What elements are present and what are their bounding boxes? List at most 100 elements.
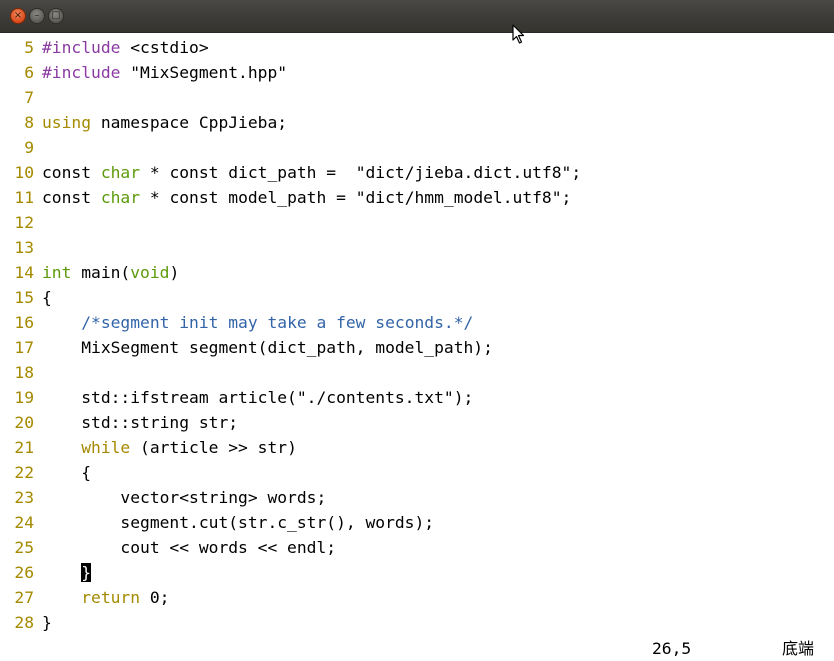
code-token: while	[81, 438, 131, 457]
code-token: namespace CppJieba;	[91, 113, 288, 132]
code-token: cout << words << endl;	[42, 538, 337, 557]
line-number: 12	[14, 213, 34, 232]
code-token: {	[42, 463, 92, 482]
code-text: using namespace CppJieba;	[42, 110, 287, 135]
code-token: char	[100, 163, 141, 182]
code-line[interactable]: 20 std::string str;	[0, 410, 834, 435]
code-token: }	[42, 613, 52, 632]
code-text: const char * const dict_path = "dict/jie…	[42, 160, 581, 185]
code-token: std::ifstream article("./contents.txt");	[42, 388, 474, 407]
code-line[interactable]: 6 #include "MixSegment.hpp"	[0, 60, 834, 85]
code-text: MixSegment segment(dict_path, model_path…	[42, 335, 493, 360]
code-text: while (article >> str)	[42, 435, 297, 460]
code-line[interactable]: 10 const char * const dict_path = "dict/j…	[0, 160, 834, 185]
code-token: * const model_path = "dict/hmm_model.utf…	[140, 188, 572, 207]
line-number: 5	[24, 38, 34, 57]
line-number: 18	[14, 363, 34, 382]
code-line[interactable]: 11 const char * const model_path = "dict/…	[0, 185, 834, 210]
code-line[interactable]: 7	[0, 85, 834, 110]
code-text: segment.cut(str.c_str(), words);	[42, 510, 434, 535]
scroll-indicator: 底端	[782, 639, 815, 658]
code-token: #include	[42, 38, 121, 57]
code-token: * const dict_path = "dict/jieba.dict.utf…	[140, 163, 582, 182]
code-token: MixSegment segment(dict_path, model_path…	[42, 338, 493, 357]
code-token: {	[42, 288, 52, 307]
code-editor[interactable]: 5 #include <cstdio> 6 #include "MixSegment.…	[0, 35, 834, 635]
code-token: char	[100, 188, 141, 207]
code-text: const char * const model_path = "dict/hm…	[42, 185, 571, 210]
line-number: 20	[14, 413, 34, 432]
cursor-position: 26,5	[652, 639, 692, 658]
code-text: /*segment init may take a few seconds.*/	[42, 310, 473, 335]
window-titlebar[interactable]: × – □	[0, 0, 834, 33]
code-token: std::string str;	[42, 413, 239, 432]
code-token: "MixSegment.hpp"	[120, 63, 288, 82]
close-icon: ×	[13, 10, 23, 21]
text-cursor: }	[81, 563, 92, 582]
code-text: int main(void)	[42, 260, 179, 285]
code-text: {	[42, 460, 91, 485]
code-line[interactable]: 23 vector<string> words;	[0, 485, 834, 510]
line-number: 24	[14, 513, 34, 532]
minimize-icon: –	[34, 10, 40, 21]
minimize-button[interactable]: –	[29, 8, 45, 24]
code-text: {	[42, 285, 52, 310]
line-number: 9	[24, 138, 34, 157]
code-line[interactable]: 21 while (article >> str)	[0, 435, 834, 460]
code-text: cout << words << endl;	[42, 535, 336, 560]
code-line[interactable]: 19 std::ifstream article("./contents.txt…	[0, 385, 834, 410]
line-number: 15	[14, 288, 34, 307]
line-number: 23	[14, 488, 34, 507]
code-token: using	[42, 113, 92, 132]
line-number: 8	[24, 113, 34, 132]
code-line[interactable]: 27 return 0;	[0, 585, 834, 610]
line-number: 27	[14, 588, 34, 607]
code-text: vector<string> words;	[42, 485, 326, 510]
code-text: std::ifstream article("./contents.txt");	[42, 385, 473, 410]
code-line[interactable]: 28}	[0, 610, 834, 635]
line-number: 17	[14, 338, 34, 357]
line-number: 11	[14, 188, 34, 207]
line-number: 16	[14, 313, 34, 332]
code-token: #include	[42, 63, 121, 82]
line-number: 25	[14, 538, 34, 557]
code-token: void	[130, 263, 170, 282]
code-text: return 0;	[42, 585, 169, 610]
code-line[interactable]: 16 /*segment init may take a few seconds…	[0, 310, 834, 335]
maximize-button[interactable]: □	[48, 8, 64, 24]
code-text: }	[42, 560, 92, 585]
code-token: 0;	[140, 588, 170, 607]
code-line[interactable]: 12	[0, 210, 834, 235]
line-number: 14	[14, 263, 34, 282]
line-number: 7	[24, 88, 34, 107]
code-line[interactable]: 5 #include <cstdio>	[0, 35, 834, 60]
code-line[interactable]: 9	[0, 135, 834, 160]
code-token: main(	[71, 263, 131, 282]
code-line[interactable]: 8 using namespace CppJieba;	[0, 110, 834, 135]
line-number: 22	[14, 463, 34, 482]
code-line[interactable]: 18	[0, 360, 834, 385]
code-line[interactable]: 17 MixSegment segment(dict_path, model_p…	[0, 335, 834, 360]
code-line[interactable]: 24 segment.cut(str.c_str(), words);	[0, 510, 834, 535]
code-line[interactable]: 25 cout << words << endl;	[0, 535, 834, 560]
code-line[interactable]: 13	[0, 235, 834, 260]
code-token: vector<string> words;	[42, 488, 327, 507]
code-line[interactable]: 26 }	[0, 560, 834, 585]
close-button[interactable]: ×	[10, 8, 26, 24]
code-line[interactable]: 14 int main(void)	[0, 260, 834, 285]
code-text: #include "MixSegment.hpp"	[42, 60, 287, 85]
code-line[interactable]: 22 {	[0, 460, 834, 485]
code-token: (article >> str)	[130, 438, 297, 457]
code-line[interactable]: 15 {	[0, 285, 834, 310]
status-line: 26,5 底端	[0, 636, 834, 661]
code-token: return	[81, 588, 141, 607]
code-text: std::string str;	[42, 410, 238, 435]
line-number: 13	[14, 238, 34, 257]
code-token: const	[42, 163, 101, 182]
line-number: 21	[14, 438, 34, 457]
line-number: 6	[24, 63, 34, 82]
line-number: 26	[14, 563, 34, 582]
